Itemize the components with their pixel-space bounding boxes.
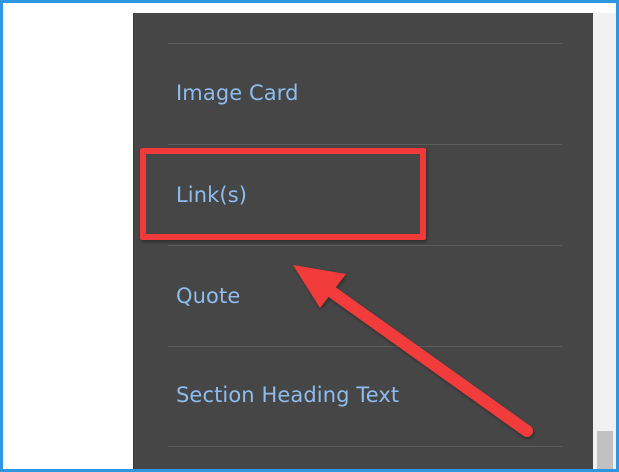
menu-item-links[interactable]: Link(s) bbox=[168, 165, 562, 225]
dropdown-menu: Image Card Link(s) Quote Section Heading… bbox=[133, 13, 593, 469]
menu-divider bbox=[168, 245, 562, 246]
menu-item-section-heading-text[interactable]: Section Heading Text bbox=[168, 365, 562, 425]
menu-item-image-card[interactable]: Image Card bbox=[168, 63, 562, 123]
menu-divider bbox=[168, 346, 562, 347]
menu-item-label: Link(s) bbox=[176, 183, 248, 207]
page-content-area bbox=[6, 13, 133, 469]
menu-item-label: Quote bbox=[176, 284, 241, 308]
menu-item-label: Section Heading Text bbox=[176, 383, 400, 407]
menu-item-quote[interactable]: Quote bbox=[168, 266, 562, 326]
scrollbar[interactable] bbox=[593, 13, 616, 469]
menu-divider bbox=[168, 446, 562, 447]
screenshot-frame: Image Card Link(s) Quote Section Heading… bbox=[0, 0, 619, 472]
menu-item-label: Image Card bbox=[176, 81, 299, 105]
menu-divider bbox=[168, 43, 562, 44]
menu-divider bbox=[168, 144, 562, 145]
scrollbar-thumb[interactable] bbox=[597, 431, 613, 469]
